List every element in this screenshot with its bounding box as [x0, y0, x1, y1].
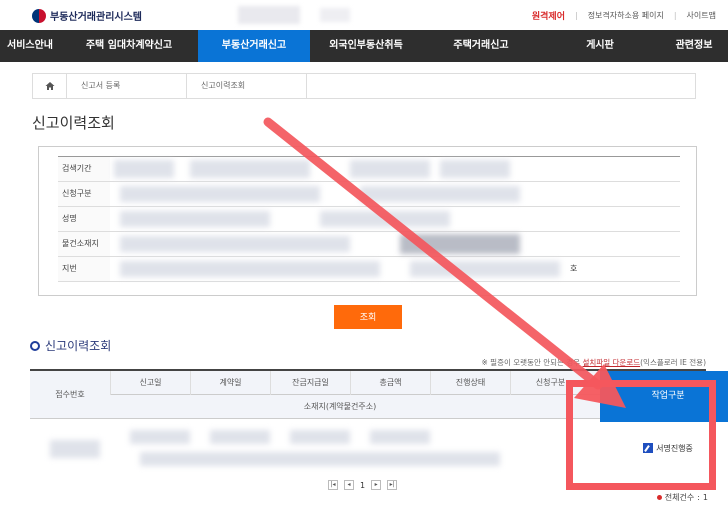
total-value: 1	[702, 493, 708, 502]
top-bar: 부동산거래관리시스템 원격제어 | 정보격자하소용 페이지 | 사이트맵	[0, 0, 728, 30]
location-label: 물건소재지	[58, 232, 110, 256]
lot-suffix-text: 호	[570, 264, 578, 273]
nav-lease-report[interactable]: 주택 임대차계약신고	[60, 30, 198, 62]
blurred-area	[238, 6, 300, 24]
circle-icon	[30, 340, 40, 351]
notice-suffix: (익스플로러 IE 전용)	[640, 358, 706, 367]
lot-label: 지번	[58, 257, 110, 281]
section-title: 신고이력조회	[30, 337, 111, 354]
search-row-period: 검색기간	[58, 157, 680, 182]
remote-control-link[interactable]: 원격제어	[532, 9, 565, 22]
header-progress-status: 진행상태	[430, 371, 510, 395]
info-page-link[interactable]: 정보격자하소용 페이지	[588, 10, 664, 21]
header-total-amount: 총금액	[350, 371, 430, 395]
next-page-icon[interactable]: ▸	[371, 480, 382, 490]
page-title: 신고이력조회	[32, 114, 115, 132]
header-receipt-no: 접수번호	[30, 371, 110, 419]
emblem-icon	[32, 8, 46, 23]
search-row-lot: 지번 호	[58, 257, 680, 282]
nav-board[interactable]: 게시판	[540, 30, 660, 62]
type-label: 신청구분	[58, 182, 110, 206]
nav-related-info[interactable]: 관련정보	[660, 30, 728, 62]
notice-prefix: ※ 필증이 오랫동안 안되는 경우	[481, 358, 583, 367]
home-icon[interactable]	[33, 74, 67, 98]
header-report-date: 신고일	[110, 371, 190, 395]
nav-foreign-acquisition[interactable]: 외국인부동산취득	[310, 30, 422, 62]
search-row-type: 신청구분	[58, 182, 680, 207]
total-count: 전체건수: 1	[656, 492, 708, 503]
header-contract-date: 계약일	[190, 371, 270, 395]
highlight-box	[566, 380, 716, 490]
divider: |	[574, 11, 578, 20]
breadcrumb-item[interactable]: 신고서 등록	[67, 74, 187, 98]
blurred-area	[320, 8, 350, 22]
lot-field[interactable]: 호	[110, 257, 680, 281]
nav-housing-report[interactable]: 주택거래신고	[422, 30, 540, 62]
search-row-name: 성명	[58, 207, 680, 232]
header-address: 소재지(계약물건주소)	[303, 402, 377, 411]
site-logo[interactable]: 부동산거래관리시스템	[32, 8, 142, 23]
period-field[interactable]	[110, 157, 680, 181]
prev-page-icon[interactable]: ◂	[344, 480, 354, 490]
name-label: 성명	[58, 207, 110, 231]
sitemap-link[interactable]: 사이트맵	[687, 10, 716, 21]
notice-text: ※ 필증이 오랫동안 안되는 경우 설치파일 다운로드(익스플로러 IE 전용)	[482, 357, 706, 368]
main-nav: 서비스안내 주택 임대차계약신고 부동산거래신고 외국인부동산취득 주택거래신고…	[0, 30, 728, 62]
name-field[interactable]	[110, 207, 680, 231]
total-label: 전체건수	[664, 493, 695, 502]
period-label: 검색기간	[58, 157, 110, 181]
search-row-location: 물건소재지	[58, 232, 680, 257]
current-page[interactable]: 1	[360, 481, 365, 490]
breadcrumb-item[interactable]: 신고이력조회	[187, 74, 307, 98]
top-links: 원격제어 | 정보격자하소용 페이지 | 사이트맵	[532, 9, 716, 22]
section-title-text: 신고이력조회	[45, 339, 112, 353]
nav-real-estate-report[interactable]: 부동산거래신고	[198, 30, 310, 62]
bullet-icon	[656, 495, 662, 500]
pagination: |◂ ◂ 1 ▸ ▸|	[328, 480, 398, 490]
total-colon: :	[697, 493, 700, 502]
logo-text: 부동산거래관리시스템	[50, 12, 142, 23]
install-download-link[interactable]: 설치파일 다운로드	[583, 358, 641, 367]
location-field[interactable]	[110, 232, 680, 256]
first-page-icon[interactable]: |◂	[328, 480, 338, 490]
nav-service-info[interactable]: 서비스안내	[0, 30, 60, 62]
type-field[interactable]	[110, 182, 680, 206]
divider: |	[673, 11, 677, 20]
breadcrumb: 신고서 등록 신고이력조회	[32, 73, 696, 99]
query-button[interactable]: 조회	[334, 305, 402, 329]
last-page-icon[interactable]: ▸|	[387, 480, 398, 490]
search-form: 검색기간 신청구분 성명 물건소재지 지번 호	[58, 156, 680, 282]
header-balance-date: 잔금지급일	[270, 371, 350, 395]
